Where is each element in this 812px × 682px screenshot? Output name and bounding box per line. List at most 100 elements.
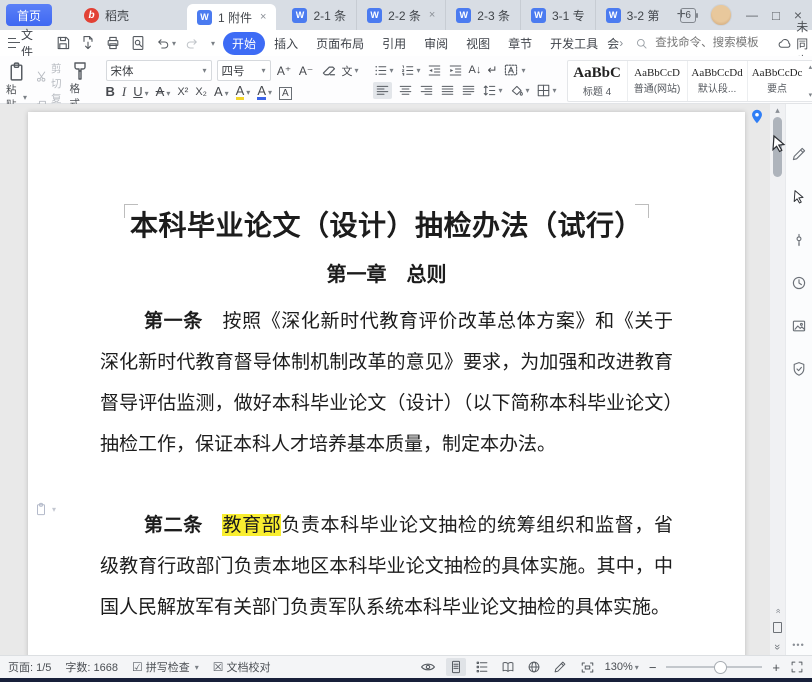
web-view-button[interactable]: [524, 658, 544, 676]
tab-view[interactable]: 视图: [457, 32, 499, 55]
location-pin-icon[interactable]: [748, 108, 766, 126]
italic-button[interactable]: I: [122, 84, 126, 100]
vertical-scrollbar[interactable]: ▴ » »: [770, 104, 785, 655]
toolbar-more-icon[interactable]: •••: [785, 640, 812, 650]
zoom-level[interactable]: 130%▾: [605, 661, 639, 673]
command-search[interactable]: [635, 36, 777, 50]
align-right-icon[interactable]: [419, 83, 434, 98]
shading-button[interactable]: ▾: [509, 83, 530, 98]
fit-page-icon[interactable]: [580, 660, 595, 675]
style-keypoint[interactable]: AaBbCcDc 要点: [748, 61, 807, 101]
strikethrough-button[interactable]: A▾: [156, 84, 171, 99]
word-count[interactable]: 字数: 1668: [65, 659, 118, 675]
text-tool-button[interactable]: ▾: [503, 62, 525, 78]
tab-close-icon[interactable]: ×: [429, 9, 435, 21]
show-marks-button[interactable]: ↵: [487, 63, 497, 77]
tab-document-2-1[interactable]: W 2-1 条: [282, 0, 357, 30]
decrease-indent-icon[interactable]: [427, 63, 442, 78]
spell-check-button[interactable]: ☑ 拼写检查 ▾: [132, 659, 199, 675]
zoom-in-button[interactable]: +: [772, 660, 780, 675]
tab-page-layout[interactable]: 页面布局: [307, 32, 373, 55]
tab-home[interactable]: 开始: [223, 32, 265, 55]
tab-document-1-active[interactable]: W 1 附件 ×: [187, 4, 276, 30]
page-view-button[interactable]: [446, 658, 466, 676]
justify-icon[interactable]: [440, 83, 455, 98]
pinyin-guide-button[interactable]: 文▾: [342, 61, 359, 80]
save-icon[interactable]: [55, 35, 71, 51]
bullet-list-button[interactable]: ▾: [373, 63, 394, 78]
text-effects-button[interactable]: A▾: [214, 84, 229, 99]
zoom-slider[interactable]: [666, 666, 762, 668]
page-indicator[interactable]: 页面: 1/5: [8, 659, 51, 675]
read-mode-button[interactable]: [498, 658, 518, 676]
next-page-button[interactable]: »: [770, 638, 785, 652]
borders-button[interactable]: ▾: [536, 83, 557, 98]
numbered-list-button[interactable]: ▾: [400, 63, 421, 78]
select-cursor-icon[interactable]: [791, 189, 807, 205]
paste-button[interactable]: 粘贴▾: [0, 59, 27, 103]
tab-document-3-2[interactable]: W 3-2 第: [596, 0, 670, 30]
character-border-button[interactable]: A: [279, 84, 292, 99]
zoom-slider-knob[interactable]: [714, 661, 727, 674]
print-preview-icon[interactable]: [130, 35, 146, 51]
style-gallery-arrows[interactable]: ▴ ▾: [807, 61, 812, 101]
document-page[interactable]: 本科毕业论文（设计）抽检办法（试行） 第一章 总则 第一条 按照《深化新时代教育…: [28, 112, 745, 655]
scroll-up-icon[interactable]: ▴: [770, 104, 785, 116]
tab-document-2-2[interactable]: W 2-2 条 ×: [357, 0, 446, 30]
tab-close-icon[interactable]: ×: [260, 11, 266, 23]
search-input[interactable]: [653, 36, 777, 50]
redo-icon[interactable]: [185, 36, 200, 51]
eye-protect-icon[interactable]: [420, 659, 436, 675]
tab-document-3-1[interactable]: W 3-1 专: [521, 0, 596, 30]
style-default-para[interactable]: AaBbCcDd 默认段...: [688, 61, 748, 101]
previous-page-button[interactable]: »: [770, 604, 785, 618]
paste-options-floating-button[interactable]: ▾: [34, 502, 56, 516]
tab-references[interactable]: 引用: [373, 32, 415, 55]
line-spacing-button[interactable]: ▾: [482, 83, 503, 98]
open-docs-count-badge[interactable]: 6: [680, 8, 696, 23]
tab-insert[interactable]: 插入: [265, 32, 307, 55]
adjust-slider-icon[interactable]: [791, 232, 807, 248]
superscript-button[interactable]: X²: [177, 86, 188, 98]
document-check-icon[interactable]: [791, 361, 807, 377]
gallery-up-icon[interactable]: ▴: [809, 63, 812, 71]
minimize-button[interactable]: —: [746, 8, 758, 22]
style-heading4[interactable]: AaBbC 标题 4: [568, 61, 628, 101]
history-clock-icon[interactable]: [791, 275, 807, 291]
undo-button[interactable]: ▾: [155, 36, 176, 51]
zoom-out-button[interactable]: −: [649, 660, 657, 675]
cut-button[interactable]: 剪切: [35, 61, 62, 91]
edit-pen-icon[interactable]: [791, 146, 807, 162]
ink-annotate-button[interactable]: [550, 658, 570, 676]
tab-review[interactable]: 审阅: [415, 32, 457, 55]
clear-format-icon[interactable]: [320, 61, 337, 80]
user-avatar[interactable]: [710, 4, 732, 26]
tab-docer[interactable]: b 稻壳: [74, 0, 139, 30]
sort-button[interactable]: A↓: [469, 64, 482, 76]
select-browse-object-button[interactable]: [770, 622, 785, 636]
tab-document-2-3[interactable]: W 2-3 条: [446, 0, 521, 30]
style-normal-web[interactable]: AaBbCcD 普通(网站): [628, 61, 688, 101]
gallery-down-icon[interactable]: ▾: [809, 91, 812, 99]
home-button[interactable]: 首页: [6, 4, 52, 26]
grow-font-button[interactable]: A⁺: [276, 61, 293, 80]
tab-sections[interactable]: 章节: [499, 32, 541, 55]
more-tabs-button[interactable]: 会›: [607, 35, 623, 52]
highlight-color-button[interactable]: A▾: [236, 83, 251, 100]
file-menu-button[interactable]: 文件: [0, 26, 47, 60]
align-center-icon[interactable]: [398, 83, 413, 98]
shrink-font-button[interactable]: A⁻: [298, 61, 315, 80]
fullscreen-icon[interactable]: [790, 660, 804, 674]
outline-view-button[interactable]: [472, 658, 492, 676]
bold-button[interactable]: B: [106, 84, 115, 99]
format-painter-button[interactable]: 格式刷: [66, 59, 96, 103]
font-name-select[interactable]: 宋体▾: [106, 60, 212, 81]
align-left-button[interactable]: [373, 82, 392, 99]
increase-indent-icon[interactable]: [448, 63, 463, 78]
customize-toolbar-icon[interactable]: ▾: [211, 39, 215, 48]
distribute-icon[interactable]: [461, 83, 476, 98]
font-color-button[interactable]: A▾: [257, 83, 272, 100]
subscript-button[interactable]: X₂: [195, 86, 207, 98]
image-tool-icon[interactable]: [791, 318, 807, 334]
proofread-button[interactable]: ☒ 文档校对: [213, 659, 271, 675]
